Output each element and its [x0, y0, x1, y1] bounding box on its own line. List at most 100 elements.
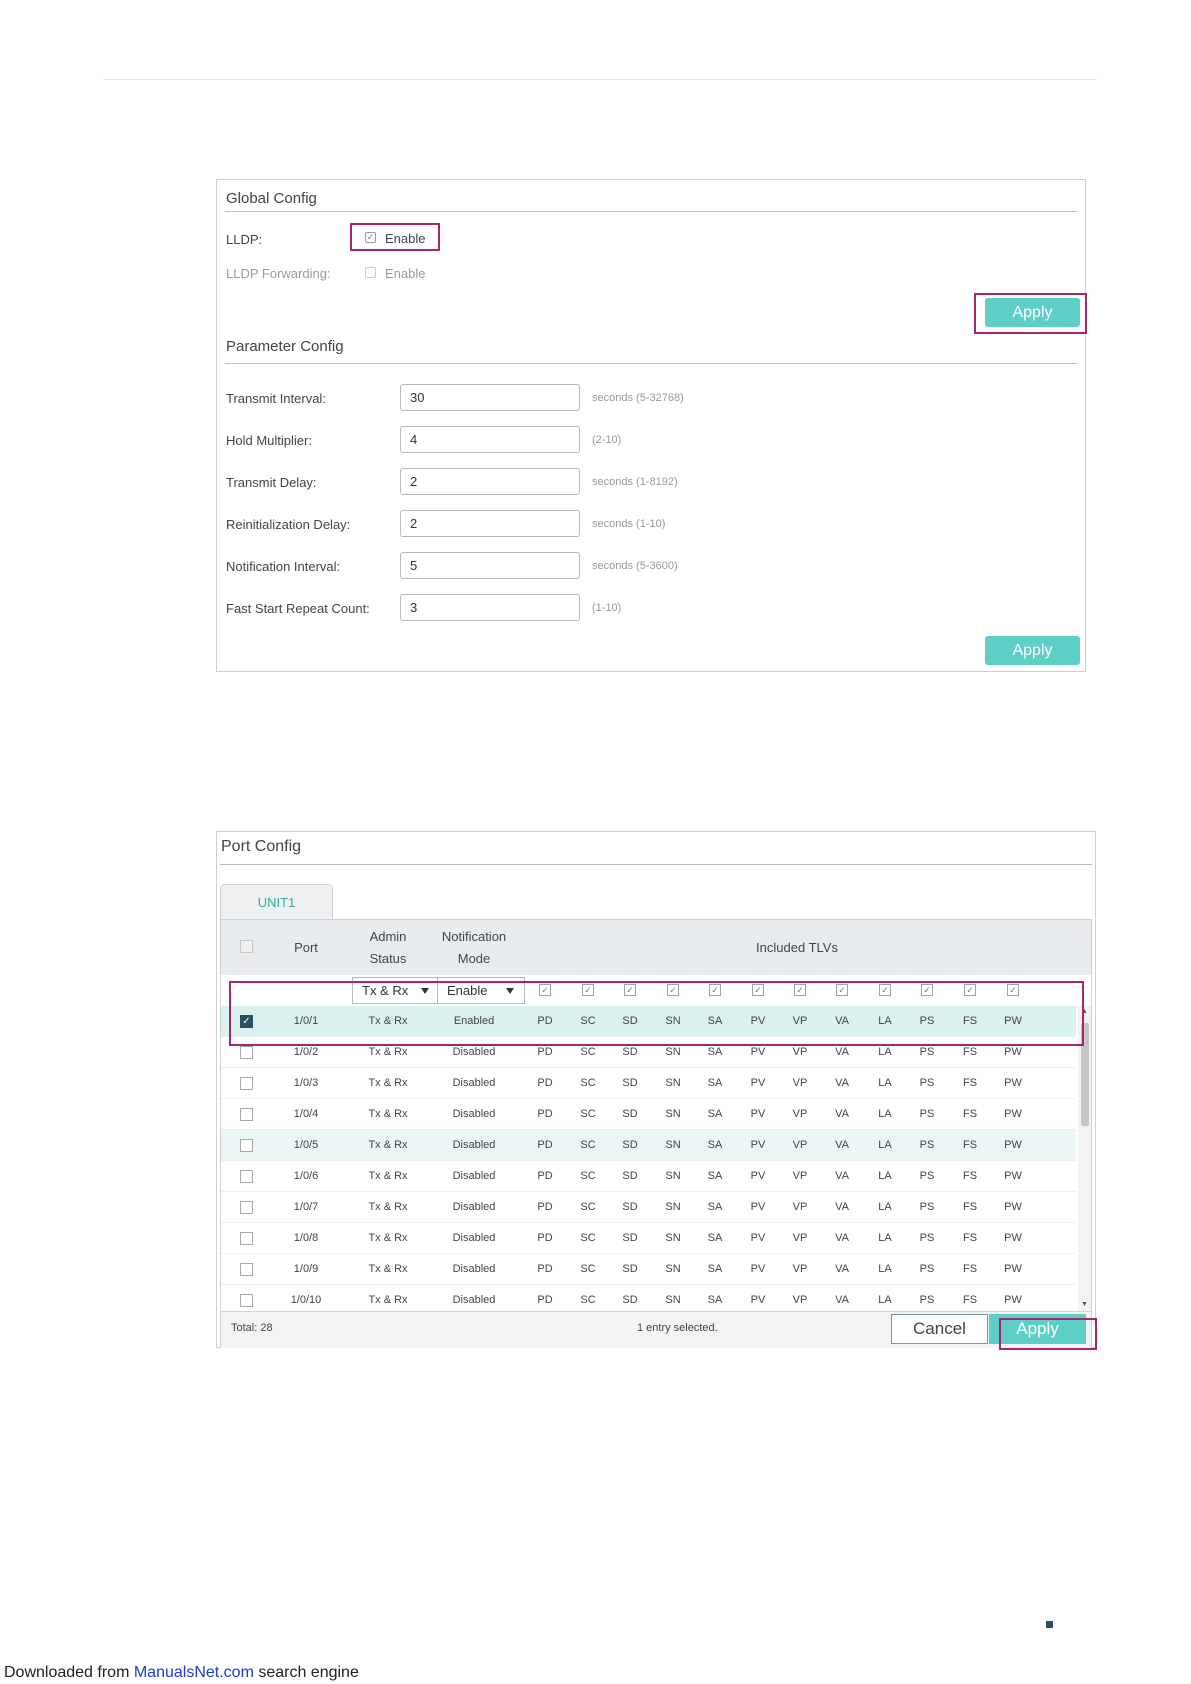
- tlv-cell-pd: PD: [537, 1108, 553, 1120]
- tlv-cell-pv: PV: [750, 1077, 766, 1089]
- tlv-cell-ps: PS: [919, 1263, 935, 1275]
- tlv-cell-va: VA: [835, 1139, 849, 1151]
- tlv-cell-pd: PD: [537, 1139, 553, 1151]
- table-row[interactable]: 1/0/3 Tx & Rx Disabled PD SC SD SN SA PV VP VA LA PS…: [221, 1068, 1076, 1099]
- row-highlight: [229, 981, 1084, 1046]
- tlv-cell-sc: SC: [580, 1263, 596, 1275]
- total-count: Total: 28: [231, 1322, 273, 1334]
- manualsnet-link[interactable]: ManualsNet.com: [134, 1664, 254, 1681]
- tlv-cell-sa: SA: [707, 1201, 723, 1213]
- tlv-cell-sa: SA: [707, 1263, 723, 1275]
- port-cell: 1/0/3: [293, 1077, 319, 1089]
- table-row[interactable]: 1/0/7 Tx & Rx Disabled PD SC SD SN SA PV VP VA LA PS…: [221, 1192, 1076, 1223]
- row-checkbox[interactable]: [240, 1170, 253, 1183]
- tlv-cell-la: LA: [878, 1108, 892, 1120]
- lldp-forwarding-checkbox[interactable]: [365, 267, 376, 278]
- notification-mode-cell: Disabled: [452, 1077, 496, 1089]
- reinitialization-delay-input[interactable]: 2: [400, 510, 580, 537]
- tlv-cell-pw: PW: [1004, 1170, 1022, 1182]
- tlv-cell-pd: PD: [537, 1263, 553, 1275]
- tlv-cell-sd: SD: [622, 1170, 638, 1182]
- parameter-config-title: Parameter Config: [226, 338, 344, 355]
- table-row[interactable]: 1/0/6 Tx & Rx Disabled PD SC SD SN SA PV VP VA LA PS…: [221, 1161, 1076, 1192]
- notification-mode-cell: Disabled: [452, 1108, 496, 1120]
- admin-status-header-line1: Admin: [369, 929, 407, 944]
- tlv-cell-pd: PD: [537, 1170, 553, 1182]
- row-checkbox[interactable]: [240, 1077, 253, 1090]
- included-tlvs-header: Included TLVs: [756, 940, 838, 955]
- row-checkbox[interactable]: [240, 1263, 253, 1276]
- select-all-checkbox[interactable]: [240, 940, 253, 953]
- row-checkbox[interactable]: [240, 1139, 253, 1152]
- lldp-enable-label: Enable: [385, 231, 426, 246]
- fast-start-repeat-count-input[interactable]: 3: [400, 594, 580, 621]
- lldp-enable-checkbox[interactable]: ✓: [365, 232, 376, 243]
- scroll-down-icon[interactable]: ▼: [1081, 1301, 1088, 1308]
- tlv-cell-sc: SC: [580, 1201, 596, 1213]
- tlv-cell-sn: SN: [665, 1232, 681, 1244]
- table-row[interactable]: 1/0/9 Tx & Rx Disabled PD SC SD SN SA PV VP VA LA PS…: [221, 1254, 1076, 1285]
- tlv-cell-sc: SC: [580, 1077, 596, 1089]
- tlv-cell-vp: VP: [792, 1201, 808, 1213]
- hold-multiplier-input[interactable]: 4: [400, 426, 580, 453]
- global-apply-button[interactable]: Apply: [985, 298, 1080, 327]
- tlv-cell-pw: PW: [1004, 1201, 1022, 1213]
- tlv-cell-fs: FS: [962, 1170, 978, 1182]
- lldp-forwarding-label: LLDP Forwarding:: [226, 266, 331, 281]
- tlv-cell-fs: FS: [962, 1077, 978, 1089]
- admin-status-cell: Tx & Rx: [368, 1170, 408, 1182]
- tab-unit1[interactable]: UNIT1: [220, 884, 333, 919]
- notification-mode-cell: Disabled: [452, 1139, 496, 1151]
- row-checkbox[interactable]: [240, 1108, 253, 1121]
- row-checkbox[interactable]: [240, 1201, 253, 1214]
- tlv-cell-va: VA: [835, 1201, 849, 1213]
- tlv-cell-sa: SA: [707, 1077, 723, 1089]
- global-config-panel: Global Config LLDP: ✓ Enable LLDP Forwar…: [216, 179, 1087, 672]
- table-row[interactable]: 1/0/8 Tx & Rx Disabled PD SC SD SN SA PV VP VA LA PS…: [221, 1223, 1076, 1254]
- transmit-delay-hint: seconds (1-8192): [592, 476, 678, 488]
- tlv-cell-sd: SD: [622, 1201, 638, 1213]
- port-header: Port: [294, 940, 318, 955]
- transmit-interval-input[interactable]: 30: [400, 384, 580, 411]
- tlv-cell-va: VA: [835, 1077, 849, 1089]
- tlv-cell-la: LA: [878, 1263, 892, 1275]
- notification-mode-cell: Disabled: [452, 1232, 496, 1244]
- tlv-cell-ps: PS: [919, 1139, 935, 1151]
- notification-interval-input[interactable]: 5: [400, 552, 580, 579]
- admin-status-cell: Tx & Rx: [368, 1263, 408, 1275]
- tlv-cell-pw: PW: [1004, 1077, 1022, 1089]
- notification-mode-header-line2: Mode: [457, 951, 491, 966]
- tlv-cell-fs: FS: [962, 1108, 978, 1120]
- tlv-cell-sn: SN: [665, 1201, 681, 1213]
- tlv-cell-sc: SC: [580, 1108, 596, 1120]
- parameter-apply-button[interactable]: Apply: [985, 636, 1080, 665]
- table-row[interactable]: 1/0/5 Tx & Rx Disabled PD SC SD SN SA PV VP VA LA PS…: [221, 1130, 1076, 1161]
- lldp-forwarding-enable-label: Enable: [385, 266, 426, 281]
- admin-status-cell: Tx & Rx: [368, 1077, 408, 1089]
- tlv-cell-sa: SA: [707, 1232, 723, 1244]
- port-cell: 1/0/6: [293, 1170, 319, 1182]
- notification-interval-label: Notification Interval:: [226, 559, 341, 574]
- download-note: Downloaded from ManualsNet.com search en…: [4, 1664, 359, 1682]
- row-checkbox[interactable]: [240, 1046, 253, 1059]
- port-config-title: Port Config: [221, 838, 302, 855]
- row-checkbox[interactable]: [240, 1232, 253, 1245]
- tlv-cell-fs: FS: [962, 1232, 978, 1244]
- tlv-cell-la: LA: [878, 1232, 892, 1244]
- cancel-button[interactable]: Cancel: [891, 1314, 988, 1344]
- tlv-cell-ps: PS: [919, 1201, 935, 1213]
- tlv-cell-fs: FS: [962, 1201, 978, 1213]
- row-checkbox[interactable]: [240, 1294, 253, 1307]
- table-header: Port Admin Status Notification Mode Incl…: [221, 920, 1091, 976]
- tlv-cell-pd: PD: [537, 1201, 553, 1213]
- admin-status-cell: Tx & Rx: [368, 1201, 408, 1213]
- transmit-delay-input[interactable]: 2: [400, 468, 580, 495]
- tlv-cell-sn: SN: [665, 1139, 681, 1151]
- tlv-cell-sc: SC: [580, 1232, 596, 1244]
- tlv-cell-ps: PS: [919, 1170, 935, 1182]
- tlv-cell-sc: SC: [580, 1139, 596, 1151]
- table-row[interactable]: 1/0/4 Tx & Rx Disabled PD SC SD SN SA PV VP VA LA PS…: [221, 1099, 1076, 1130]
- tlv-cell-sn: SN: [665, 1108, 681, 1120]
- tlv-cell-pw: PW: [1004, 1232, 1022, 1244]
- download-note-prefix: Downloaded from: [4, 1664, 134, 1681]
